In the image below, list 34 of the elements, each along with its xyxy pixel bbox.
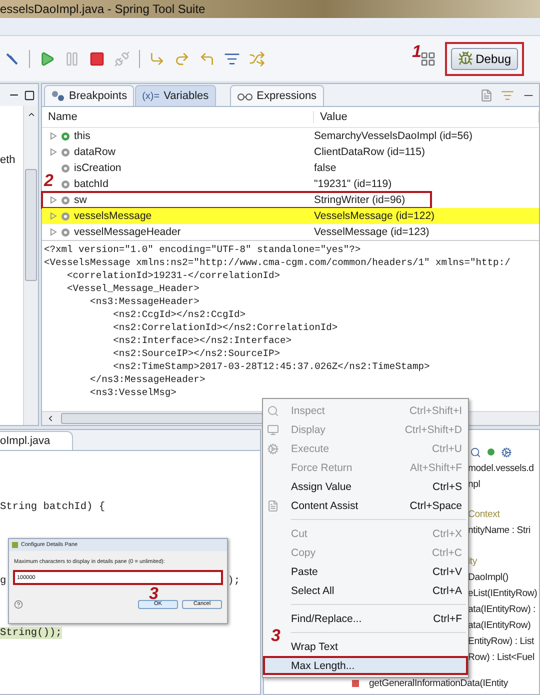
variable-value: SemarchyVesselsDaoImpl (id=56): [314, 130, 474, 142]
variable-name: sw: [74, 194, 87, 206]
xml-line: <correlationId>19231-</correlationId>: [66, 269, 282, 282]
variable-name: vesselsMessage: [74, 210, 152, 222]
xml-line: </ns3:MessageHeader>: [89, 373, 206, 386]
code-text: g: [0, 575, 6, 587]
variable-value: StringWriter (id=96): [314, 194, 406, 206]
variable-value: ClientDataRow (id=115): [314, 146, 426, 158]
xml-line: <ns2:CorrelationId></ns2:CorrelationId>: [112, 321, 339, 334]
variable-value: "19231" (id=119): [314, 178, 393, 190]
variable-name: this: [74, 130, 90, 142]
variable-name: isCreation: [74, 162, 122, 174]
variable-name: vesselMessageHeader: [74, 226, 181, 238]
xml-line: <ns2:TimeStamp>2017-03-28T12:45:37.026Z</ns2:TimeStamp>: [112, 360, 431, 373]
xml-line: <ns3:VesselMsg>: [89, 386, 178, 399]
xml-line: <Vessel_Message_Header>: [66, 282, 200, 295]
variable-name: batchId: [74, 178, 108, 190]
annotation-number: 3: [271, 626, 280, 646]
variable-name: dataRow: [74, 146, 116, 158]
variable-value: VesselsMessage (id=122): [314, 210, 436, 222]
variable-value: false: [314, 162, 338, 174]
xml-line: <VesselsMessage xmlns:ns2="http://www.cma-cgm.com/common/headers/1" xmlns="http:/: [44, 256, 512, 269]
variables-icon: (x)=: [142, 90, 160, 102]
xml-line: <ns2:SourceIP></ns2:SourceIP>: [112, 347, 282, 360]
code-line: String batchId) {: [0, 501, 106, 513]
xml-line: <?xml version="1.0" encoding="UTF-8" standalone="yes"?>: [44, 243, 362, 256]
code-text: );: [228, 575, 240, 587]
variable-value: VesselMessage (id=123): [314, 226, 430, 238]
window-title: esselsDaoImpl.java - Spring Tool Suite: [0, 2, 206, 16]
panel-text: eth: [0, 154, 16, 166]
xml-line: <ns2:CcgId></ns2:CcgId>: [112, 308, 247, 321]
xml-line: <ns3:MessageHeader>: [89, 295, 200, 308]
xml-line: <ns2:Interface></ns2:Interface>: [112, 334, 293, 347]
annotation-number: 1: [412, 42, 422, 62]
